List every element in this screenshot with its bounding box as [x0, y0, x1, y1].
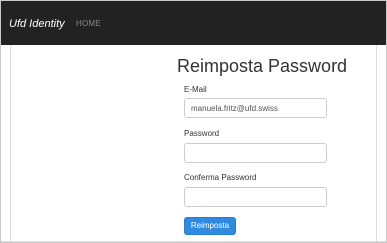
navbar-brand[interactable]: Ufd Identity [9, 18, 65, 30]
page-title: Reimposta Password [177, 56, 348, 76]
navbar: Ufd Identity HOME [1, 1, 386, 45]
nav-link-home[interactable]: HOME [76, 19, 101, 29]
password-label: Password [184, 129, 220, 138]
page-bottom-divider [1, 241, 386, 242]
content-divider-left [10, 45, 11, 242]
email-field[interactable] [184, 98, 327, 118]
content-divider-right [376, 45, 377, 242]
confirm-password-label: Conferma Password [184, 173, 257, 182]
browser-page: Ufd Identity HOME Reimposta Password E-M… [0, 0, 387, 243]
password-field[interactable] [184, 143, 327, 163]
reset-password-button[interactable]: Reimposta [184, 217, 236, 235]
confirm-password-field[interactable] [184, 187, 327, 207]
email-label: E-Mail [184, 85, 207, 94]
